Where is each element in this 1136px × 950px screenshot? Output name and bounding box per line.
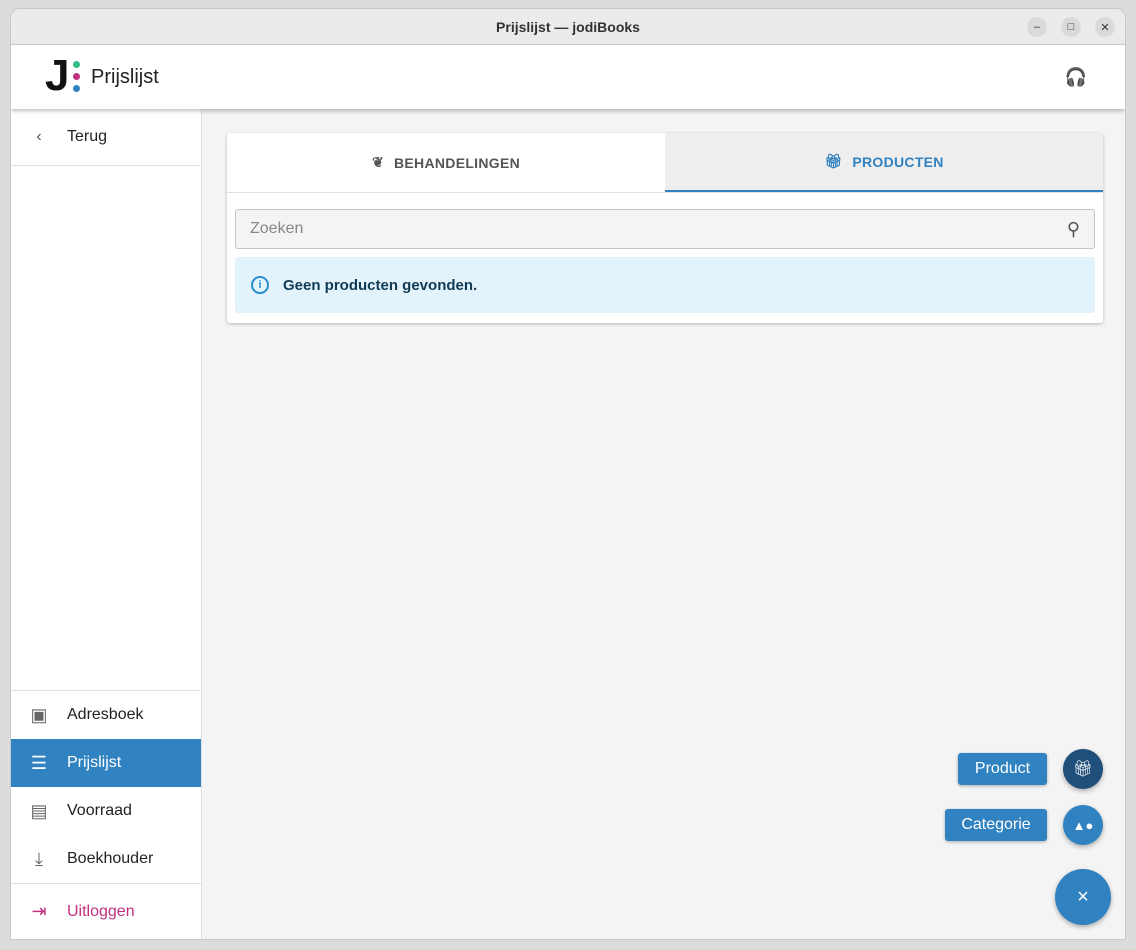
logo-letter: J	[45, 51, 70, 100]
search-icon[interactable]: ⚲	[1067, 219, 1080, 240]
add-category-label-button[interactable]: Categorie	[945, 809, 1047, 841]
window-title: Prijslijst — jodiBooks	[496, 18, 640, 35]
lotus-icon: ❦	[371, 154, 384, 170]
sidebar-item-voorraad[interactable]: ▤ Voorraad	[11, 787, 201, 835]
sidebar-item-label: Voorraad	[67, 802, 132, 819]
chevron-left-icon: ‹	[36, 128, 42, 145]
sidebar-nav: ▣ Adresboek ☰ Prijslijst ▤ Voorraad ⤓ Boekho…	[11, 690, 201, 939]
tab-bar: ❦ BEHANDELINGEN 🎁︎ PRODUCTEN	[227, 133, 1103, 193]
shapes-icon: ▲●	[1072, 817, 1094, 833]
archive-box-icon: ▤	[30, 800, 48, 821]
maximize-button[interactable]: □	[1061, 17, 1081, 37]
tab-label: PRODUCTEN	[852, 153, 944, 170]
sidebar: ‹ Terug ▣ Adresboek ☰ Prijslijst ▤ Voorraad…	[11, 109, 202, 939]
download-icon: ⤓	[35, 848, 43, 869]
logout-button[interactable]: ⇥ Uitloggen	[11, 883, 201, 939]
info-icon: i	[251, 276, 269, 294]
search-field[interactable]: ⚲	[235, 209, 1095, 249]
tab-producten[interactable]: 🎁︎ PRODUCTEN	[665, 133, 1103, 192]
minimize-button[interactable]: –	[1027, 17, 1047, 37]
app-header: J Prijslijst 🎧	[11, 45, 1125, 109]
gift-card-icon: 🎁︎	[824, 153, 843, 169]
tab-behandelingen[interactable]: ❦ BEHANDELINGEN	[227, 133, 665, 192]
sidebar-item-label: Adresboek	[67, 706, 144, 723]
sidebar-item-label: Boekhouder	[67, 850, 154, 867]
sidebar-item-adresboek[interactable]: ▣ Adresboek	[11, 691, 201, 739]
add-product-label-button[interactable]: Product	[958, 753, 1047, 785]
sidebar-item-prijslijst[interactable]: ☰ Prijslijst	[11, 739, 201, 787]
empty-alert: i Geen producten gevonden.	[235, 257, 1095, 313]
add-category-fab[interactable]: ▲●	[1063, 805, 1103, 845]
close-window-button[interactable]: ✕	[1095, 17, 1115, 37]
logout-icon: ⇥	[31, 901, 47, 921]
title-bar: Prijslijst — jodiBooks – □ ✕	[11, 9, 1125, 45]
search-input[interactable]	[250, 220, 1067, 238]
gift-card-icon: 🎁︎	[1072, 761, 1094, 778]
add-product-fab[interactable]: 🎁︎	[1063, 749, 1103, 789]
tab-label: BEHANDELINGEN	[394, 154, 521, 171]
app-window: Prijslijst — jodiBooks – □ ✕ J Prijslijs…	[10, 8, 1126, 940]
back-label: Terug	[67, 128, 108, 145]
list-icon: ☰	[30, 752, 48, 773]
page-title: Prijslijst	[91, 65, 159, 88]
pricelist-card: ❦ BEHANDELINGEN 🎁︎ PRODUCTEN ⚲ i Geen prod…	[227, 133, 1103, 323]
sidebar-item-boekhouder[interactable]: ⤓ Boekhouder	[11, 835, 201, 883]
logout-label: Uitloggen	[67, 902, 135, 920]
alert-text: Geen producten gevonden.	[283, 276, 478, 294]
jodibooks-logo: J	[45, 51, 85, 100]
support-headset-icon[interactable]: 🎧	[1065, 67, 1087, 88]
sidebar-item-label: Prijslijst	[67, 754, 122, 771]
contact-book-icon: ▣	[30, 704, 48, 725]
back-button[interactable]: ‹ Terug	[11, 109, 201, 166]
close-speed-dial-button[interactable]: ×	[1055, 869, 1111, 925]
